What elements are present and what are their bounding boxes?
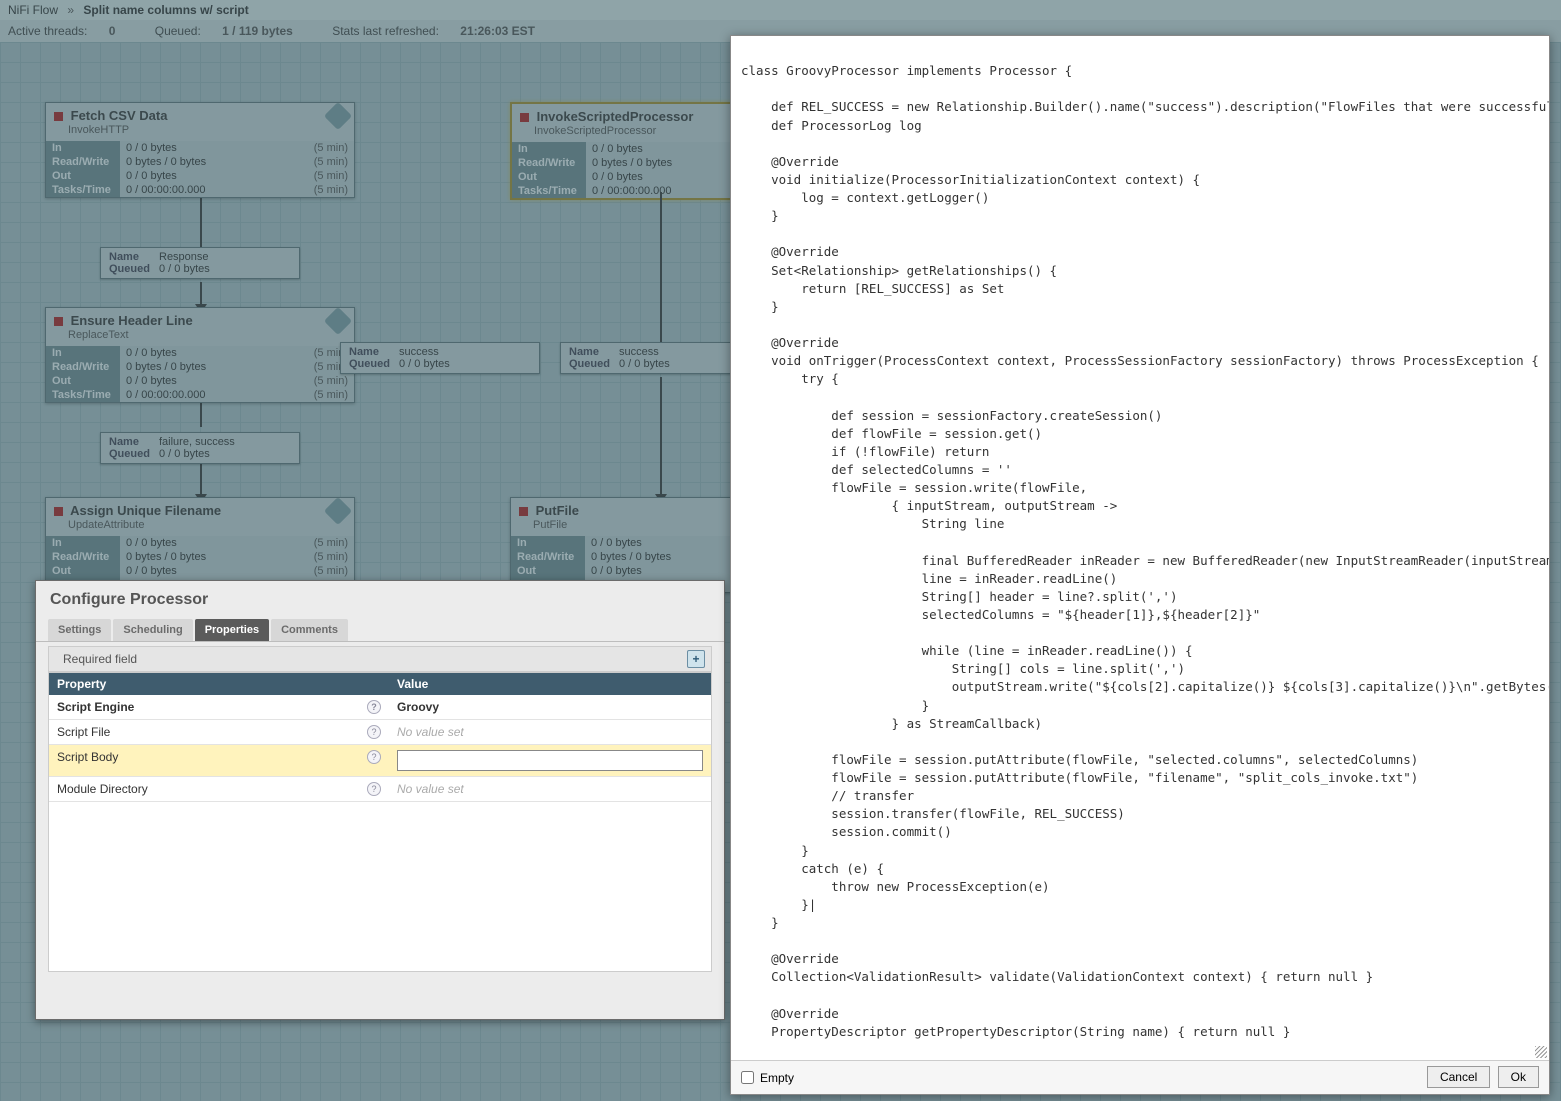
prop-value-input[interactable]	[397, 750, 703, 771]
table-row[interactable]: Module Directory? No value set	[49, 777, 711, 802]
tab-scheduling[interactable]: Scheduling	[113, 619, 192, 641]
tab-bar: Settings Scheduling Properties Comments	[36, 619, 724, 642]
table-row[interactable]: Script Engine? Groovy	[49, 695, 711, 720]
tab-comments[interactable]: Comments	[271, 619, 348, 641]
help-icon[interactable]: ?	[367, 700, 381, 714]
tab-properties[interactable]: Properties	[195, 619, 269, 641]
required-field-bar: Required field +	[48, 646, 712, 672]
script-textarea[interactable]: class GroovyProcessor implements Process…	[731, 36, 1549, 1060]
prop-name: Script File	[57, 725, 110, 739]
add-property-button[interactable]: +	[687, 650, 705, 668]
dialog-title: Configure Processor	[36, 581, 724, 619]
help-icon[interactable]: ?	[367, 725, 381, 739]
prop-name: Module Directory	[57, 782, 148, 796]
tab-settings[interactable]: Settings	[48, 619, 111, 641]
empty-checkbox[interactable]	[741, 1071, 754, 1084]
script-editor-dialog: class GroovyProcessor implements Process…	[730, 35, 1550, 1095]
help-icon[interactable]: ?	[367, 750, 381, 764]
column-property: Property	[49, 673, 389, 695]
prop-name: Script Body	[57, 750, 118, 764]
cancel-button[interactable]: Cancel	[1427, 1066, 1490, 1088]
prop-value: Groovy	[397, 700, 439, 714]
help-icon[interactable]: ?	[367, 782, 381, 796]
ok-button[interactable]: Ok	[1498, 1066, 1539, 1088]
configure-processor-dialog: Configure Processor Settings Scheduling …	[35, 580, 725, 1020]
table-row-selected[interactable]: Script Body?	[49, 745, 711, 777]
empty-label: Empty	[760, 1071, 794, 1085]
column-value: Value	[389, 673, 711, 695]
required-field-label: Required field	[63, 652, 137, 666]
editor-footer: Empty Cancel Ok	[731, 1060, 1549, 1094]
prop-name: Script Engine	[57, 700, 134, 714]
prop-value-empty: No value set	[397, 725, 464, 739]
prop-value-empty: No value set	[397, 782, 464, 796]
table-row[interactable]: Script File? No value set	[49, 720, 711, 745]
properties-table: Property Value Script Engine? Groovy Scr…	[48, 672, 712, 972]
resize-handle-icon[interactable]	[1535, 1046, 1547, 1058]
